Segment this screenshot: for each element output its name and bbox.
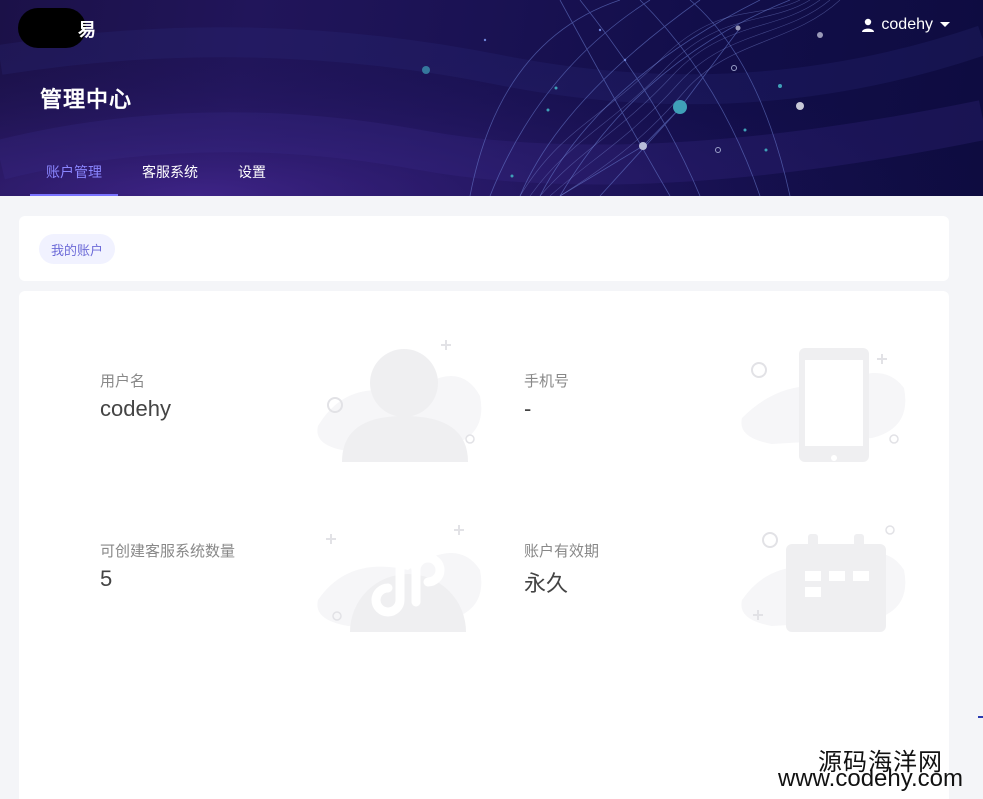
breadcrumb-my-account[interactable]: 我的账户 — [39, 234, 116, 264]
service-quota-field-label: 可创建客服系统数量 — [100, 542, 236, 560]
user-icon — [862, 18, 875, 32]
validity-field-label: 账户有效期 — [524, 542, 600, 560]
username-field-label: 用户名 — [100, 372, 146, 390]
caret-down-icon — [940, 22, 950, 27]
site-logo[interactable]: 易 — [78, 16, 96, 42]
info-account-validity: 账户有效期 永久 — [524, 525, 924, 680]
tab-settings[interactable]: 设置 — [222, 158, 282, 196]
info-service-quota: 可创建客服系统数量 5 — [100, 525, 500, 680]
tab-account-management[interactable]: 账户管理 — [30, 158, 118, 196]
tab-customer-service-system[interactable]: 客服系统 — [126, 158, 214, 196]
phone-value: - — [524, 396, 532, 421]
info-username: 用户名 codehy — [100, 340, 500, 510]
username-value: codehy — [100, 396, 171, 421]
main-nav: 账户管理 客服系统 设置 — [30, 158, 282, 196]
edge-mark — [978, 716, 983, 718]
calendar-icon — [741, 525, 906, 632]
logo-mask — [18, 8, 86, 48]
user-silhouette-icon — [317, 340, 482, 462]
account-info-card: 用户名 codehy 手机号 - 可创建客服系统数量 5 账户有效期 永久 — [19, 291, 949, 799]
watermark-site-url: www.codehy.com — [778, 765, 963, 792]
page-title: 管理中心 — [40, 88, 133, 113]
breadcrumb-card: 我的账户 — [19, 216, 949, 281]
mobile-phone-icon — [741, 348, 906, 462]
user-menu[interactable]: codehy — [861, 14, 951, 36]
top-banner: 易 codehy 管理中心 账户管理 客服系统 设置 — [0, 0, 983, 196]
phone-field-label: 手机号 — [524, 372, 570, 390]
validity-value: 永久 — [524, 571, 569, 596]
service-quota-value: 5 — [100, 566, 113, 591]
username-label: codehy — [881, 16, 933, 33]
mini-program-icon — [317, 525, 482, 632]
info-phone: 手机号 - — [524, 348, 924, 510]
